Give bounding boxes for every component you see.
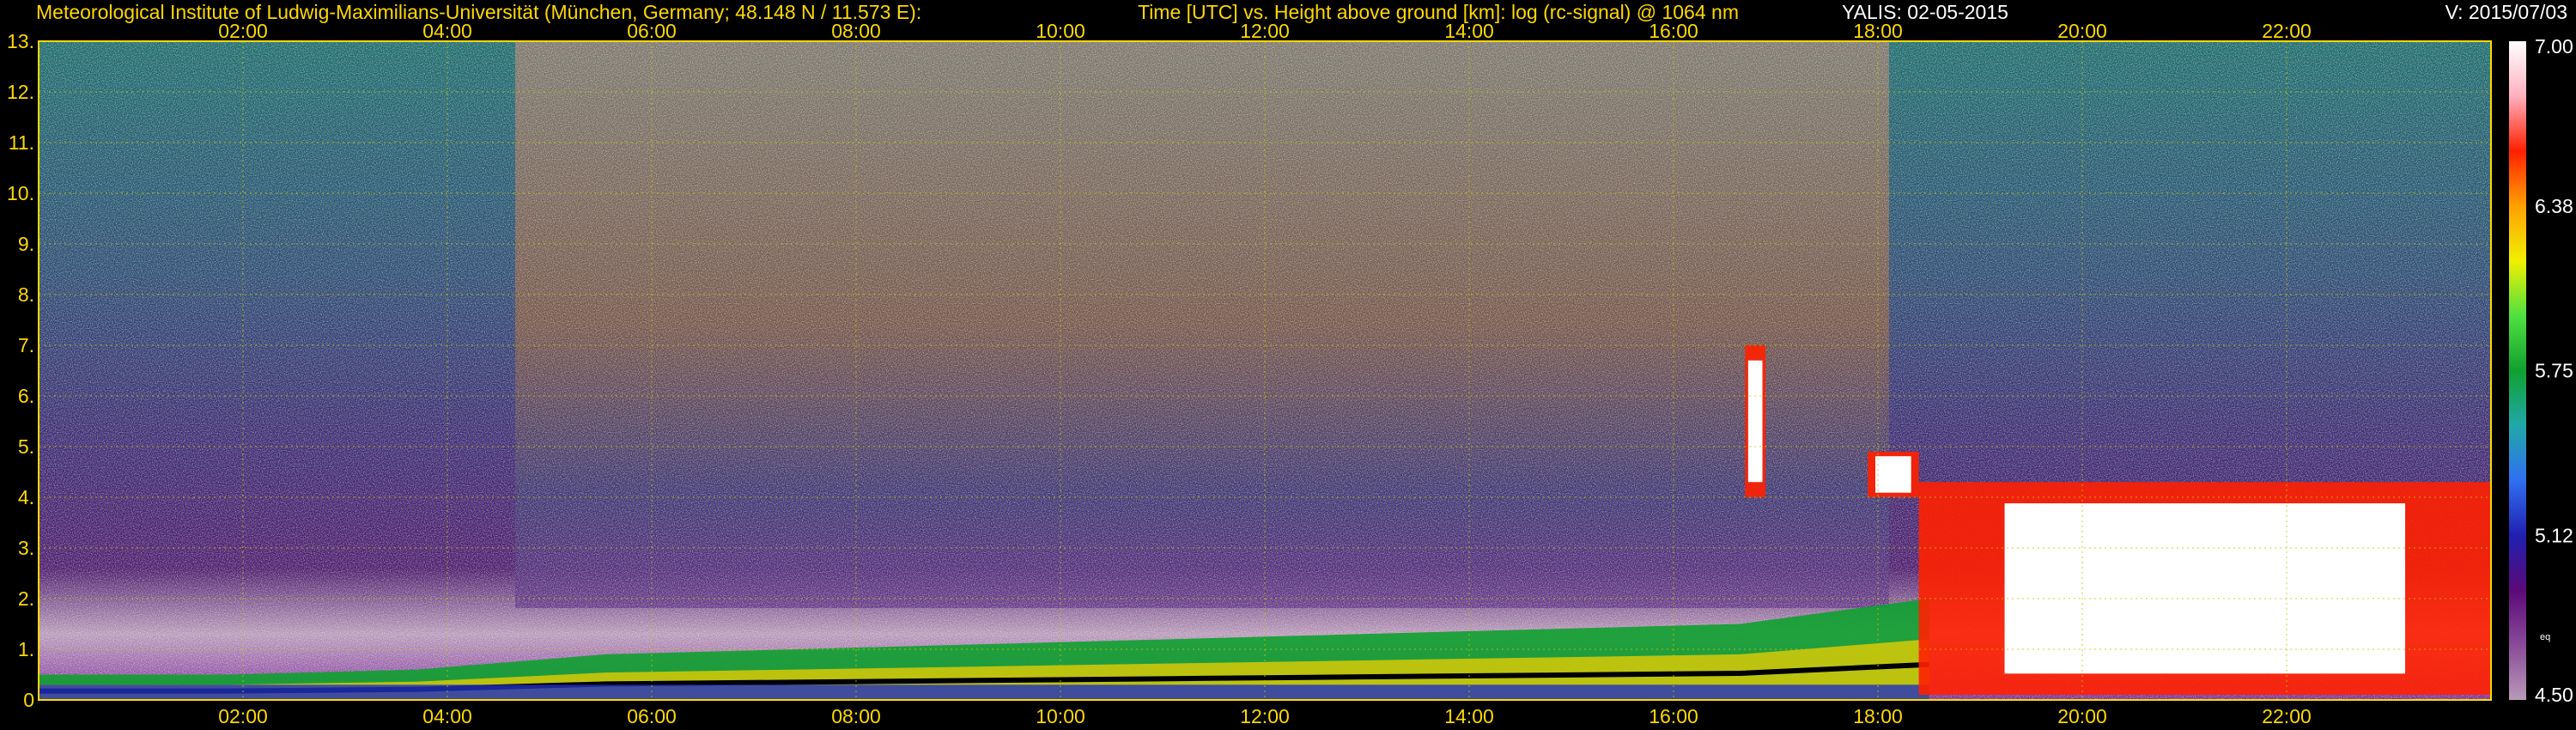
- y-tick-label: 13.: [7, 30, 34, 52]
- colorbar-label: 7.00: [2535, 35, 2573, 58]
- y-tick-label: 3.: [18, 537, 34, 559]
- colorbar-labels: 7.00 6.38 5.75 5.12 4.50: [2535, 35, 2573, 706]
- x-tick-label-top: 22:00: [2262, 20, 2312, 42]
- colorbar-unit: eq: [2540, 632, 2550, 642]
- x-tick-label-top: 12:00: [1240, 20, 1290, 42]
- y-tick-label: 2.: [18, 587, 34, 610]
- x-tick-label-top: 04:00: [422, 20, 472, 42]
- y-tick-label: 8.: [18, 283, 34, 306]
- plot-area: [39, 41, 2491, 700]
- x-tick-label-bottom: 14:00: [1444, 705, 1494, 727]
- y-tick-label: 11.: [9, 131, 34, 154]
- header-version: V: 2015/07/03: [2445, 1, 2567, 23]
- x-tick-label-bottom: 16:00: [1649, 705, 1698, 727]
- x-tick-label-top: 18:00: [1853, 20, 1903, 42]
- x-tick-label-bottom: 18:00: [1853, 705, 1903, 727]
- y-tick-label: 1.: [18, 638, 34, 660]
- colorbar-label: 4.50: [2535, 684, 2573, 706]
- y-ticks: 0 1. 2. 3. 4. 5. 6. 7. 8. 9. 10. 11. 12. 13.: [7, 30, 34, 711]
- x-tick-label-top: 20:00: [2057, 20, 2107, 42]
- y-tick-label: 0: [23, 689, 34, 711]
- x-tick-label-bottom: 12:00: [1240, 705, 1290, 727]
- feature-cloud: [1868, 451, 1919, 497]
- y-tick-label: 7.: [18, 334, 34, 356]
- x-tick-label-top: 16:00: [1649, 20, 1698, 42]
- colorbar: [2509, 41, 2526, 700]
- y-tick-label: 4.: [18, 486, 34, 508]
- feature-cloud: [1745, 345, 1766, 497]
- x-tick-label-bottom: 04:00: [422, 705, 472, 727]
- colorbar-label: 5.12: [2535, 524, 2573, 546]
- lidar-chart: Meteorological Institute of Ludwig-Maxim…: [7, 1, 2573, 727]
- feature-cloud-layer: [1918, 482, 2491, 696]
- header-institute: Meteorological Institute of Ludwig-Maxim…: [36, 1, 921, 23]
- x-tick-label-bottom: 08:00: [831, 705, 881, 727]
- x-tick-label-bottom: 20:00: [2057, 705, 2107, 727]
- x-tick-label-bottom: 06:00: [627, 705, 677, 727]
- y-tick-label: 9.: [18, 233, 34, 255]
- colorbar-label: 5.75: [2535, 360, 2573, 382]
- y-tick-label: 5.: [18, 435, 34, 458]
- x-ticks-bottom: 02:00 04:00 06:00 08:00 10:00 12:00 14:00 16:00…: [218, 705, 2312, 727]
- x-tick-label-bottom: 22:00: [2262, 705, 2312, 727]
- x-tick-label-top: 08:00: [831, 20, 881, 42]
- x-tick-label-bottom: 10:00: [1036, 705, 1085, 727]
- y-tick-label: 6.: [18, 385, 34, 407]
- x-tick-label-top: 10:00: [1036, 20, 1085, 42]
- x-tick-label-top: 06:00: [627, 20, 677, 42]
- x-tick-label-bottom: 02:00: [218, 705, 268, 727]
- y-tick-label: 12.: [7, 81, 34, 103]
- y-tick-label: 10.: [7, 182, 34, 204]
- x-tick-label-top: 02:00: [218, 20, 268, 42]
- x-tick-label-top: 14:00: [1444, 20, 1494, 42]
- colorbar-label: 6.38: [2535, 195, 2573, 217]
